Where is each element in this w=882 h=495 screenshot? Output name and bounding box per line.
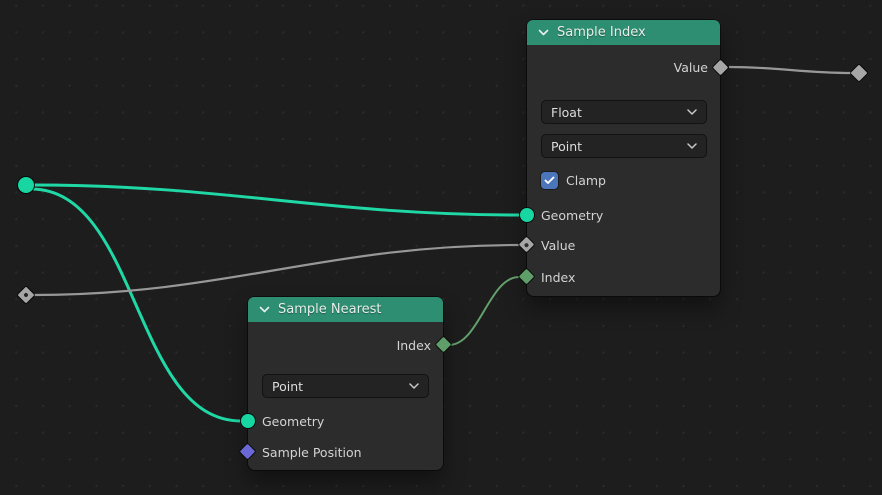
index-input-socket[interactable]: [518, 268, 535, 285]
value-input-socket[interactable]: [518, 236, 535, 253]
collapse-chevron-icon[interactable]: [259, 306, 270, 313]
wire-geometry-to-sample-index: [32, 183, 520, 217]
clamp-checkbox-row: Clamp: [541, 171, 606, 189]
floating-geometry-socket[interactable]: [18, 177, 34, 193]
node-title: Sample Nearest: [278, 302, 382, 317]
domain-dropdown-value: Point: [272, 378, 304, 394]
chevron-down-icon: [687, 109, 697, 115]
output-row-index: Index: [397, 333, 431, 357]
node-sample-nearest[interactable]: Sample Nearest Index Point Geometry Samp…: [239, 297, 452, 470]
wire-value-output-to-right: [728, 65, 853, 75]
node-editor-canvas[interactable]: Sample Index Value Float Point Clamp Geo…: [0, 0, 882, 495]
input-index-label: Index: [541, 269, 576, 285]
node-title: Sample Index: [557, 25, 646, 40]
chevron-down-icon: [409, 383, 419, 389]
wire-value-to-sample-index: [32, 243, 520, 297]
index-output-socket[interactable]: [435, 336, 452, 353]
input-sample-position-label: Sample Position: [262, 444, 362, 460]
input-row-geometry: Geometry: [262, 409, 324, 433]
geometry-input-socket[interactable]: [520, 208, 534, 222]
checkmark-icon: [544, 176, 555, 184]
wire-index-to-index: [448, 276, 520, 346]
input-value-label: Value: [541, 237, 576, 253]
domain-dropdown[interactable]: Point: [262, 374, 429, 398]
input-row-value: Value: [541, 233, 575, 257]
clamp-label: Clamp: [566, 172, 606, 188]
geometry-input-socket[interactable]: [241, 414, 255, 428]
input-row-sample-position: Sample Position: [262, 440, 362, 464]
domain-dropdown[interactable]: Point: [541, 134, 707, 158]
clamp-checkbox[interactable]: [541, 171, 558, 189]
node-sample-nearest-header[interactable]: Sample Nearest: [248, 297, 443, 322]
collapse-chevron-icon[interactable]: [538, 29, 549, 36]
right-value-socket[interactable]: [850, 64, 868, 82]
output-index-label: Index: [396, 337, 431, 353]
output-value-label: Value: [673, 59, 708, 75]
input-row-geometry: Geometry: [541, 203, 603, 227]
node-sample-index[interactable]: Sample Index Value Float Point Clamp Geo…: [518, 20, 729, 296]
domain-dropdown-value: Point: [551, 138, 583, 154]
wire-geometry-to-sample-nearest: [30, 187, 242, 423]
data-type-dropdown[interactable]: Float: [541, 100, 707, 124]
chevron-down-icon: [687, 143, 697, 149]
value-output-socket[interactable]: [712, 59, 729, 76]
output-row-value: Value: [674, 55, 708, 79]
input-geometry-label: Geometry: [262, 413, 325, 429]
node-sample-index-header[interactable]: Sample Index: [527, 20, 720, 45]
input-row-index: Index: [541, 265, 575, 289]
sample-position-input-socket[interactable]: [239, 443, 256, 460]
floating-value-socket[interactable]: [17, 286, 35, 304]
data-type-dropdown-value: Float: [551, 104, 582, 120]
input-geometry-label: Geometry: [541, 207, 604, 223]
